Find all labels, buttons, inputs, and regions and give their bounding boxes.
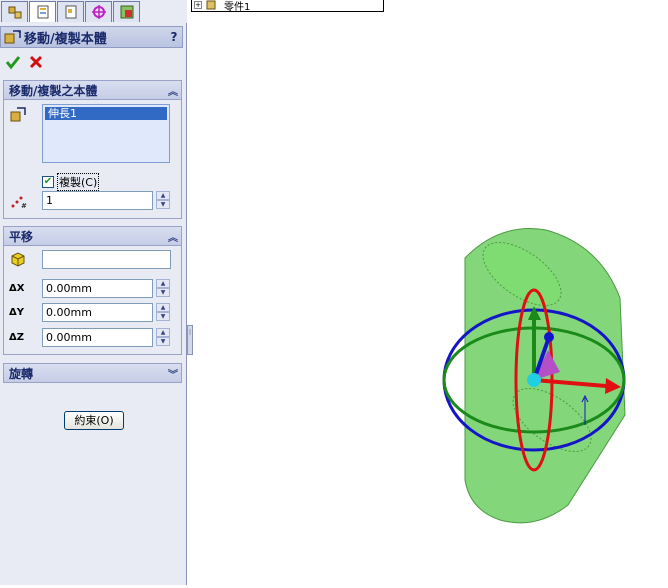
panel-title-bar: 移動/複製本體 ? (0, 26, 183, 48)
graphics-viewport[interactable] (188, 0, 668, 585)
group-header-bodies[interactable]: 移動/複製之本體 ︽ (4, 81, 181, 100)
tab-feature-manager[interactable] (1, 1, 28, 22)
group-rotate: 旋轉 ︾ (3, 363, 182, 383)
delta-x-label: ΔX (9, 283, 25, 294)
manager-tabs (0, 0, 187, 23)
page-title: 移動/複製本體 (24, 31, 107, 47)
close-icon (29, 55, 42, 68)
action-buttons (4, 53, 44, 71)
list-item[interactable]: 伸長1 (45, 107, 167, 120)
expand-chevron-icon: ︾ (168, 369, 178, 381)
ok-button[interactable] (4, 53, 21, 70)
group-header-rotate[interactable]: 旋轉 ︾ (4, 364, 181, 383)
copy-checkbox-label: 複製(C) (57, 173, 100, 191)
body-selection-icon (10, 107, 26, 122)
collapse-chevron-icon: ︽ (168, 86, 178, 98)
cancel-button[interactable] (27, 53, 44, 70)
delta-z-field[interactable]: 0.00mm (42, 328, 153, 347)
delta-z-spinner[interactable]: ▲ ▼ (156, 328, 170, 347)
feature-tree-icon (8, 6, 21, 19)
delta-y-spinner[interactable]: ▲ ▼ (156, 303, 170, 322)
collapse-chevron-icon: ︽ (168, 232, 178, 244)
checkmark-icon (5, 55, 20, 69)
delta-x-field[interactable]: 0.00mm (42, 279, 153, 298)
delta-y-label: ΔY (9, 307, 24, 318)
group-header-translate[interactable]: 平移 ︽ (4, 227, 181, 246)
tab-configuration-manager[interactable] (57, 1, 84, 22)
translate-reference-field[interactable] (42, 250, 171, 269)
move-copy-body-icon (4, 30, 21, 44)
property-manager-panel: 移動/複製本體 ? 移動/複製之本體 ︽ 伸長1 ✔ 複製(C) # 1 ▲ ▼ … (0, 0, 187, 585)
copy-checkbox-row[interactable]: ✔ 複製(C) (42, 173, 100, 191)
vertex-cube-icon (11, 252, 25, 267)
help-button[interactable]: ? (166, 30, 182, 44)
group-title-bodies: 移動/複製之本體 (9, 83, 98, 98)
group-translate: 平移 ︽ ΔX 0.00mm ▲ ▼ ΔY 0.00mm ▲ ▼ ΔZ 0.00mm… (3, 226, 182, 355)
crosshair-icon (91, 5, 106, 19)
property-manager-icon (37, 5, 48, 19)
copy-count-spinner[interactable]: ▲ ▼ (156, 191, 170, 210)
model-view (442, 228, 626, 524)
group-bodies-to-move: 移動/複製之本體 ︽ 伸長1 ✔ 複製(C) # 1 ▲ ▼ (3, 80, 182, 219)
delta-z-label: ΔZ (9, 332, 24, 343)
tab-dimxpert[interactable] (85, 1, 112, 22)
configuration-icon (65, 5, 76, 19)
group-title-translate: 平移 (9, 229, 34, 244)
group-title-rotate: 旋轉 (9, 366, 34, 381)
delta-y-field[interactable]: 0.00mm (42, 303, 153, 322)
tab-display-manager[interactable] (113, 1, 140, 22)
bodies-list[interactable]: 伸長1 (42, 104, 170, 163)
delta-x-spinner[interactable]: ▲ ▼ (156, 279, 170, 298)
tab-property-manager[interactable] (29, 1, 56, 22)
svg-text:#: # (21, 202, 27, 210)
display-manager-icon (120, 5, 133, 19)
constraints-button[interactable]: 約束(O) (64, 411, 124, 430)
copy-count-icon: # (11, 196, 27, 210)
copy-count-field[interactable]: 1 (42, 191, 153, 210)
copy-checkbox[interactable]: ✔ (42, 176, 54, 188)
